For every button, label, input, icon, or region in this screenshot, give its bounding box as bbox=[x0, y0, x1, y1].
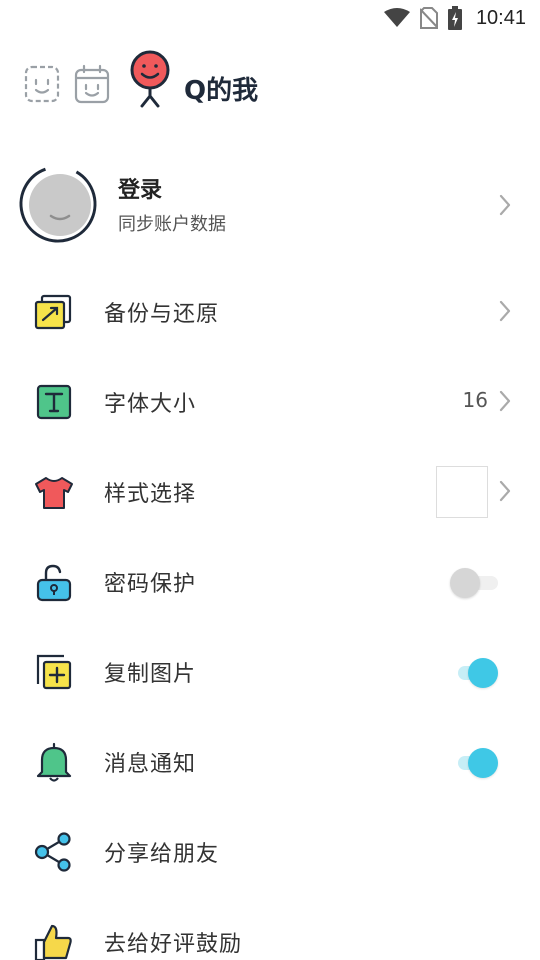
setting-label: 样式选择 bbox=[104, 482, 197, 507]
lock-icon bbox=[36, 564, 72, 602]
bell-icon bbox=[36, 742, 72, 782]
setting-label: 密码保护 bbox=[104, 572, 197, 597]
status-bar: 10:41 bbox=[0, 0, 540, 36]
font-size-value: 16 bbox=[462, 388, 488, 412]
setting-share[interactable]: 分享给朋友 bbox=[0, 806, 540, 896]
setting-copy-image[interactable]: 复制图片 bbox=[0, 626, 540, 716]
font-size-icon bbox=[36, 384, 72, 420]
toggle-knob bbox=[468, 658, 498, 688]
setting-rate-app[interactable]: 去给好评鼓励 bbox=[0, 896, 540, 960]
setting-label: 分享给朋友 bbox=[104, 842, 220, 867]
tshirt-icon bbox=[35, 477, 73, 509]
setting-label: 备份与还原 bbox=[104, 302, 220, 327]
status-time: 10:41 bbox=[475, 6, 526, 29]
toggle-knob bbox=[468, 748, 498, 778]
copy-image-toggle[interactable] bbox=[454, 658, 500, 688]
password-protect-toggle[interactable] bbox=[450, 568, 500, 598]
setting-password-protect[interactable]: 密码保护 bbox=[0, 536, 540, 626]
setting-backup-restore[interactable]: 备份与还原 bbox=[0, 266, 540, 356]
calendar-face-icon[interactable] bbox=[74, 64, 110, 104]
setting-label: 去给好评鼓励 bbox=[104, 932, 243, 957]
setting-label: 复制图片 bbox=[104, 662, 197, 687]
chevron-right-icon bbox=[499, 390, 511, 412]
wifi-icon bbox=[383, 8, 410, 27]
no-sim-icon bbox=[419, 7, 438, 29]
setting-label: 消息通知 bbox=[104, 752, 197, 777]
share-icon bbox=[34, 832, 71, 872]
setting-label: 字体大小 bbox=[104, 392, 197, 417]
setting-style-select[interactable]: 样式选择 bbox=[0, 446, 540, 536]
login-row[interactable]: 登录 同步账户数据 bbox=[0, 160, 540, 250]
login-title: 登录 bbox=[118, 178, 163, 203]
chevron-right-icon bbox=[499, 480, 511, 502]
top-bar: Q的我 bbox=[0, 48, 540, 112]
status-icons: 10:41 bbox=[383, 6, 526, 30]
style-swatch[interactable] bbox=[436, 466, 488, 518]
copy-add-icon bbox=[36, 654, 72, 690]
login-subtitle: 同步账户数据 bbox=[118, 214, 226, 235]
setting-notification[interactable]: 消息通知 bbox=[0, 716, 540, 806]
thumbs-up-icon bbox=[34, 924, 72, 960]
battery-charging-icon bbox=[447, 6, 462, 30]
chevron-right-icon bbox=[499, 300, 511, 322]
character-avatar-icon[interactable] bbox=[126, 50, 174, 108]
notification-toggle[interactable] bbox=[454, 748, 500, 778]
chevron-right-icon bbox=[499, 194, 511, 216]
setting-font-size[interactable]: 字体大小 16 bbox=[0, 356, 540, 446]
face-card-icon[interactable] bbox=[24, 64, 60, 104]
avatar[interactable] bbox=[18, 164, 98, 244]
toggle-knob bbox=[450, 568, 480, 598]
backup-restore-icon bbox=[34, 294, 72, 330]
page-title: Q的我 bbox=[184, 76, 259, 106]
